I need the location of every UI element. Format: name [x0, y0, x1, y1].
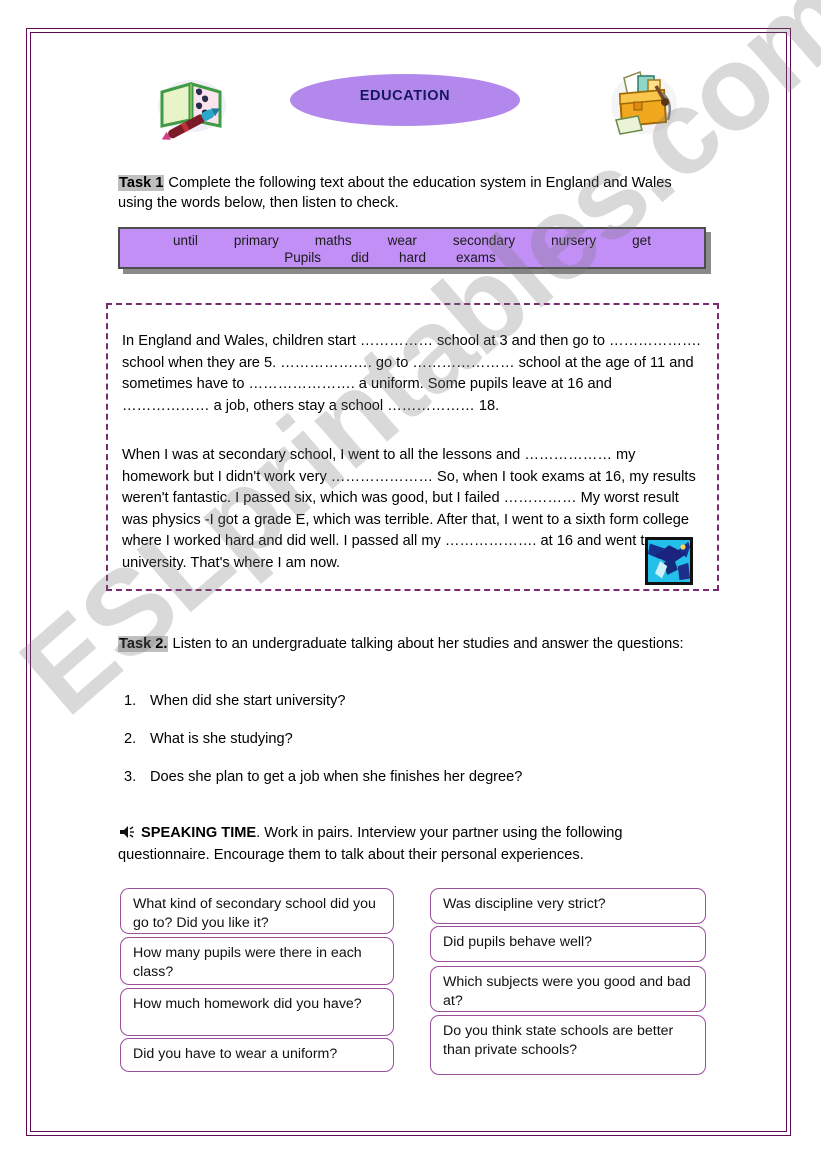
gapfill-paragraph-1: In England and Wales, children start ………… — [122, 333, 701, 414]
questionnaire-box-text: Which subjects were you good and bad at? — [443, 974, 691, 1009]
questionnaire-box-text: Did you have to wear a uniform? — [133, 1046, 338, 1062]
wordbank-word: until — [173, 233, 198, 248]
gapfill-paragraph-2: When I was at secondary school, I went t… — [122, 447, 696, 571]
questionnaire-box-right[interactable]: Was discipline very strict? — [430, 888, 706, 924]
task2-instruction: Task 2. Listen to an undergraduate talki… — [118, 634, 704, 654]
task2-question-number: 2. — [124, 731, 137, 747]
task2-question-item: 2. What is she studying? — [124, 729, 710, 749]
worksheet-page: ESLprintables.com EDUCATION Task 1 Compl… — [0, 0, 821, 1169]
wordbank: until primary maths wear secondary nursery get… — [118, 227, 706, 269]
questionnaire-box-left[interactable]: What kind of secondary school did you go… — [120, 888, 394, 934]
wordbank-word: exams — [456, 250, 496, 265]
task2-tag: Task 2. — [118, 636, 169, 652]
graduation-cap-icon — [645, 537, 693, 585]
questionnaire-box-left[interactable]: How many pupils were there in each class… — [120, 937, 394, 985]
wordbank-row-1: until primary maths wear secondary nursery get — [120, 233, 704, 248]
task2-question-item: 3. Does she plan to get a job when she fi… — [124, 767, 710, 787]
gapfill-textbox: In England and Wales, children start ………… — [106, 303, 719, 591]
task2-question-number: 1. — [124, 693, 137, 709]
wordbank-word: maths — [314, 233, 352, 248]
wordbank-word: wear — [387, 233, 417, 248]
wordbank-row-2: Pupils did hard exams — [120, 250, 704, 265]
speaking-time-heading: SPEAKING TIME — [141, 825, 257, 841]
task1-instruction-text: Complete the following text about the ed… — [118, 175, 672, 211]
wordbank-word: hard — [399, 250, 427, 265]
questionnaire-box-text: Do you think state schools are better th… — [443, 1023, 674, 1058]
task2-question-list: 1. When did she start university? 2. What i… — [124, 691, 710, 805]
wordbank-word: secondary — [452, 233, 516, 248]
wordbank-word: Pupils — [284, 250, 321, 265]
speaking-time-instruction: SPEAKING TIME. Work in pairs. Interview … — [118, 823, 710, 865]
task1-tag: Task 1 — [118, 175, 165, 191]
questionnaire-box-text: What kind of secondary school did you go… — [133, 896, 376, 931]
questionnaire-box-text: Did pupils behave well? — [443, 934, 593, 950]
task2-instruction-text: Listen to an undergraduate talking about… — [168, 636, 684, 652]
speaker-icon — [118, 825, 136, 845]
page-title-badge: EDUCATION — [290, 74, 520, 126]
questionnaire-box-right[interactable]: Which subjects were you good and bad at? — [430, 966, 706, 1012]
questionnaire-box-text: How many pupils were there in each class… — [133, 945, 362, 980]
task1-instruction: Task 1 Complete the following text about… — [118, 173, 704, 213]
questionnaire-box-text: Was discipline very strict? — [443, 896, 606, 912]
questionnaire-box-left[interactable]: How much homework did you have? — [120, 988, 394, 1036]
task2-question-text: Does she plan to get a job when she fini… — [150, 769, 523, 785]
open-book-and-pen-icon — [152, 62, 230, 142]
questionnaire-box-right[interactable]: Did pupils behave well? — [430, 926, 706, 962]
task2-question-text: When did she start university? — [150, 693, 346, 709]
questionnaire-box-right[interactable]: Do you think state schools are better th… — [430, 1015, 706, 1075]
questionnaire-box-text: How much homework did you have? — [133, 996, 362, 1012]
task2-question-item: 1. When did she start university? — [124, 691, 710, 711]
task2-question-number: 3. — [124, 769, 137, 785]
page-title: EDUCATION — [359, 88, 451, 104]
task2-question-text: What is she studying? — [150, 731, 293, 747]
wordbank-word: primary — [233, 233, 279, 248]
wordbank-word: did — [350, 250, 369, 265]
wordbank-word: get — [632, 233, 651, 248]
wordbank-word: nursery — [551, 233, 597, 248]
questionnaire-box-left[interactable]: Did you have to wear a uniform? — [120, 1038, 394, 1072]
school-bag-with-books-icon — [604, 60, 684, 142]
